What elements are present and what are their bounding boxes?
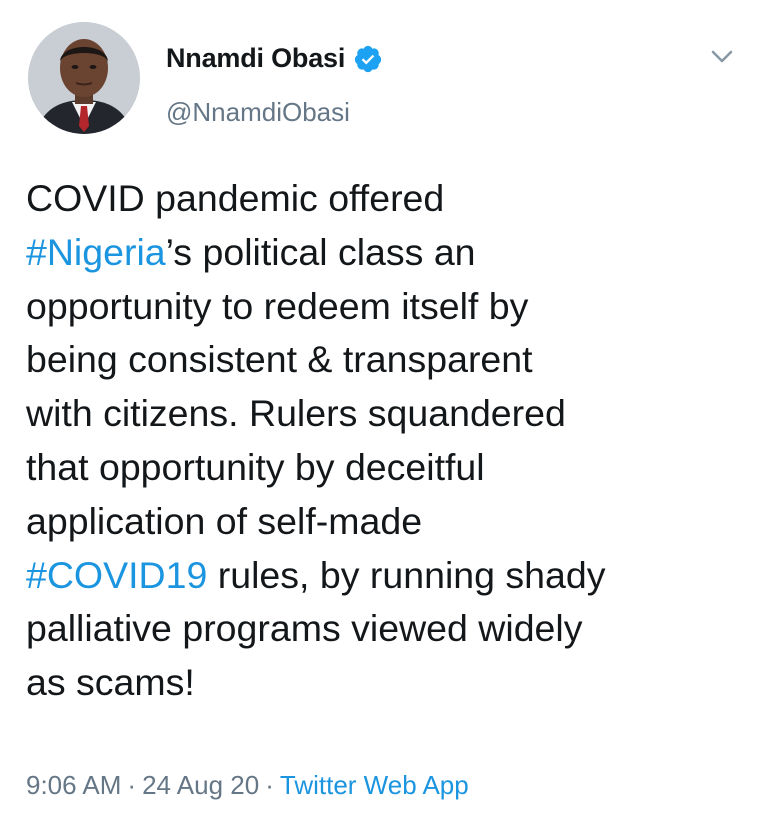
tweet-text-line: palliative programs viewed widely [26, 602, 741, 656]
tweet-text-line: being consistent & transparent [26, 333, 741, 387]
tweet-text-line: #COVID19 rules, by running shady [26, 549, 741, 603]
tweet-text-segment: as scams! [26, 661, 195, 704]
tweet-text-line: application of self-made [26, 495, 741, 549]
tweet-text-segment: that opportunity by deceitful [26, 445, 485, 488]
tweet-text-segment: COVID pandemic offered [26, 177, 445, 219]
tweet-text-line: as scams! [26, 656, 741, 710]
tweet-text-line: #Nigeria’s political class an [26, 226, 741, 280]
tweet-text-segment: palliative programs viewed widely [26, 607, 583, 650]
hashtag-link[interactable]: #Nigeria [26, 231, 166, 273]
tweet-date[interactable]: 24 Aug 20 [142, 770, 259, 800]
hashtag-link[interactable]: #COVID19 [26, 554, 207, 596]
tweet-text-line: COVID pandemic offered [26, 172, 741, 226]
tweet-text-line: opportunity to redeem itself by [26, 280, 741, 334]
tweet-text-line: with citizens. Rulers squandered [26, 387, 741, 441]
tweet-text-line: that opportunity by deceitful [26, 441, 741, 495]
meta-separator: · [265, 770, 274, 800]
verified-badge-icon [353, 44, 383, 74]
tweet-text-segment: rules, by running shady [207, 553, 606, 596]
tweet-card: Nnamdi Obasi @NnamdiObasi COVID pandemic… [0, 0, 760, 820]
tweet-text-segment: ’s political class an [165, 230, 476, 273]
author-name-row[interactable]: Nnamdi Obasi [166, 43, 383, 74]
chevron-down-icon[interactable] [710, 48, 734, 66]
author-display-name[interactable]: Nnamdi Obasi [166, 43, 345, 74]
tweet-text-segment: with citizens. Rulers squandered [26, 392, 566, 435]
meta-separator: · [127, 770, 137, 800]
author-handle[interactable]: @NnamdiObasi [166, 97, 350, 128]
tweet-text-segment: application of self-made [26, 499, 423, 542]
tweet-source-link[interactable]: Twitter Web App [280, 770, 469, 800]
tweet-text-segment: opportunity to redeem itself by [26, 284, 529, 327]
avatar[interactable] [28, 22, 140, 134]
tweet-time[interactable]: 9:06 AM [26, 770, 121, 800]
avatar-image [28, 22, 140, 134]
tweet-text-segment: being consistent & transparent [26, 338, 533, 381]
tweet-text: COVID pandemic offered #Nigeria’s politic… [26, 172, 741, 710]
tweet-meta: 9:06 AM · 24 Aug 20 · Twitter Web App [26, 770, 469, 801]
